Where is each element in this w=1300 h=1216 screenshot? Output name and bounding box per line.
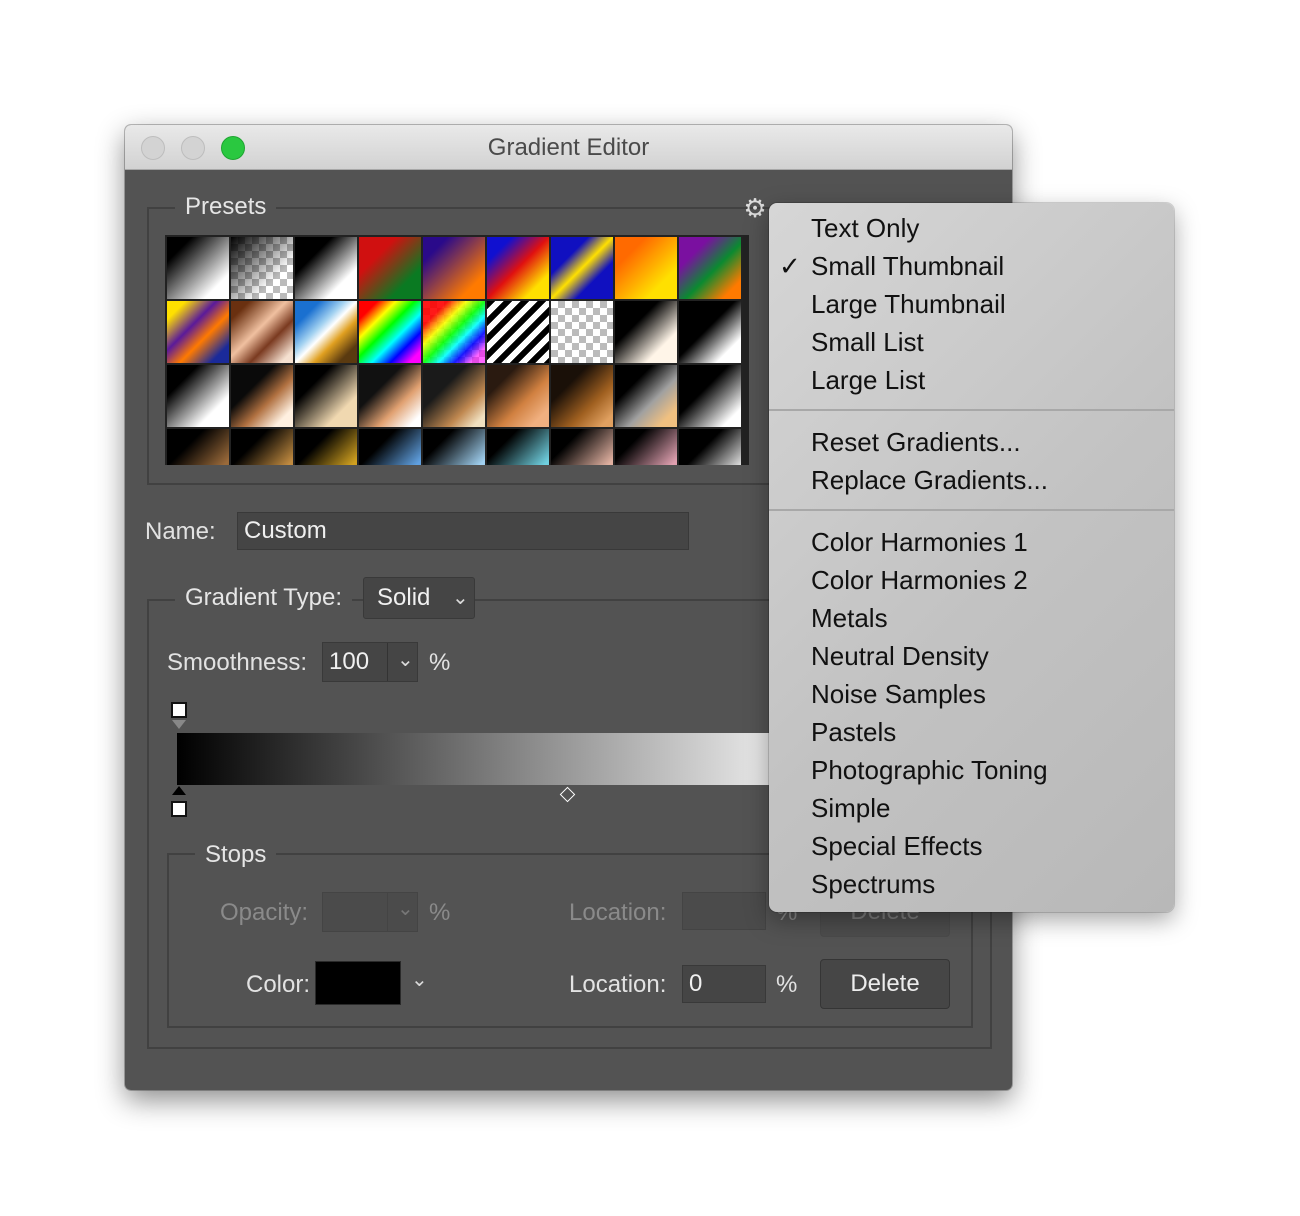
menu-item[interactable]: Replace Gradients...	[811, 461, 1048, 499]
preset-swatch[interactable]	[551, 429, 613, 465]
preset-swatch[interactable]	[679, 237, 741, 299]
title-bar: Gradient Editor	[125, 125, 1012, 170]
presets-view-menu: Text Only ✓ Small Thumbnail Large Thumbnail…	[769, 203, 1174, 912]
menu-item[interactable]: Neutral Density	[811, 637, 989, 675]
checkmark-icon: ✓	[779, 251, 801, 281]
preset-swatch[interactable]	[167, 301, 229, 363]
preset-swatch[interactable]	[359, 365, 421, 427]
preset-swatch[interactable]	[551, 301, 613, 363]
preset-swatch[interactable]	[295, 301, 357, 363]
menu-item[interactable]: Reset Gradients...	[811, 423, 1021, 461]
opacity-unit: %	[429, 899, 451, 926]
preset-swatch[interactable]	[295, 429, 357, 465]
preset-swatch[interactable]	[615, 301, 677, 363]
presets-label: Presets	[175, 193, 277, 221]
smoothness-input[interactable]: 100 ⌄	[322, 642, 418, 682]
preset-swatch[interactable]	[615, 237, 677, 299]
preset-swatch[interactable]	[295, 365, 357, 427]
gradient-type-dropdown[interactable]: Solid ⌄	[363, 577, 475, 619]
color-location-input[interactable]: 0	[682, 965, 766, 1003]
menu-item[interactable]: Simple	[811, 789, 890, 827]
gradient-type-label: Gradient Type:	[175, 584, 352, 612]
chevron-down-icon[interactable]: ⌄	[411, 967, 428, 992]
preset-swatch[interactable]	[295, 237, 357, 299]
menu-item[interactable]: Text Only	[811, 209, 919, 247]
gear-icon[interactable]: ⚙	[742, 195, 768, 221]
preset-swatch[interactable]	[231, 301, 293, 363]
chevron-down-icon[interactable]: ⌄	[397, 891, 414, 927]
window-title: Gradient Editor	[487, 134, 650, 161]
menu-item[interactable]: Photographic Toning	[811, 751, 1048, 789]
menu-item[interactable]: Spectrums	[811, 865, 935, 903]
stops-label: Stops	[195, 841, 277, 869]
delete-button[interactable]: Delete	[820, 959, 950, 1009]
preset-swatch[interactable]	[167, 429, 229, 465]
preset-swatch[interactable]	[359, 237, 421, 299]
color-location-label: Location:	[569, 971, 667, 998]
opacity-label: Opacity:	[220, 899, 309, 926]
name-input[interactable]: Custom	[237, 512, 689, 550]
preset-grid	[165, 235, 749, 465]
smoothness-label: Smoothness:	[167, 649, 308, 676]
opacity-stop-pointer	[172, 720, 186, 729]
gradient-type-value: Solid	[377, 584, 431, 611]
preset-swatch[interactable]	[487, 237, 549, 299]
preset-swatch[interactable]	[487, 429, 549, 465]
opacity-stop[interactable]	[171, 702, 187, 718]
color-label: Color:	[246, 971, 311, 998]
chevron-down-icon: ⌄	[452, 587, 469, 609]
menu-item[interactable]: Metals	[811, 599, 888, 637]
preset-swatch[interactable]	[423, 301, 485, 363]
menu-item[interactable]: Special Effects	[811, 827, 983, 865]
menu-item[interactable]: Small List	[811, 323, 924, 361]
menu-item[interactable]: Small Thumbnail	[811, 247, 1004, 285]
menu-item[interactable]: Large Thumbnail	[811, 285, 1006, 323]
color-stop-selected[interactable]	[171, 801, 187, 817]
smoothness-unit: %	[429, 649, 451, 676]
preset-swatch[interactable]	[551, 365, 613, 427]
opacity-input[interactable]: ⌄	[322, 892, 418, 932]
opacity-location-label: Location:	[569, 899, 667, 926]
preset-swatch[interactable]	[679, 429, 741, 465]
menu-separator	[769, 409, 1174, 411]
preset-swatch[interactable]	[615, 429, 677, 465]
color-stop-pointer	[172, 786, 186, 795]
preset-swatch[interactable]	[231, 365, 293, 427]
preset-swatch[interactable]	[679, 301, 741, 363]
gradient-bar[interactable]	[177, 733, 827, 785]
menu-item[interactable]: Color Harmonies 2	[811, 561, 1028, 599]
chevron-down-icon[interactable]: ⌄	[397, 641, 414, 679]
preset-swatch[interactable]	[615, 365, 677, 427]
menu-separator	[769, 509, 1174, 511]
preset-swatch[interactable]	[359, 429, 421, 465]
menu-item[interactable]: Large List	[811, 361, 925, 399]
preset-swatch[interactable]	[423, 365, 485, 427]
preset-swatch[interactable]	[167, 237, 229, 299]
smoothness-value: 100	[329, 648, 370, 675]
preset-swatch[interactable]	[423, 237, 485, 299]
menu-item[interactable]: Color Harmonies 1	[811, 523, 1028, 561]
preset-swatch[interactable]	[423, 429, 485, 465]
preset-swatch[interactable]	[487, 301, 549, 363]
opacity-location-input[interactable]	[682, 892, 766, 930]
preset-swatch[interactable]	[167, 365, 229, 427]
preset-swatch[interactable]	[487, 365, 549, 427]
menu-item[interactable]: Noise Samples	[811, 675, 986, 713]
name-label: Name:	[145, 518, 216, 545]
preset-swatch[interactable]	[231, 237, 293, 299]
color-swatch[interactable]	[315, 961, 401, 1005]
menu-item[interactable]: Pastels	[811, 713, 896, 751]
preset-swatch[interactable]	[551, 237, 613, 299]
preset-swatch[interactable]	[679, 365, 741, 427]
preset-swatch[interactable]	[359, 301, 421, 363]
preset-swatch[interactable]	[231, 429, 293, 465]
color-location-unit: %	[776, 971, 798, 998]
